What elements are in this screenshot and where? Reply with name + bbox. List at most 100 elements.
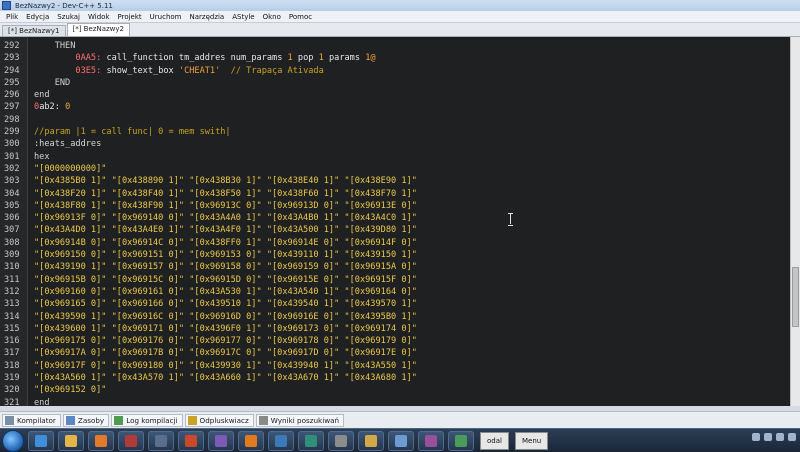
code-line[interactable]: 313 "[0x969165 0]" "[0x969166 0]" "[0x439…: [0, 298, 790, 310]
taskbar-app-app14[interactable]: [418, 430, 444, 451]
line-code: "[0x96915B 0]" "[0x96915C 0]" "[0x96915D…: [34, 274, 417, 286]
taskbar-app-app7[interactable]: [208, 430, 234, 451]
menu-item-4[interactable]: Projekt: [114, 13, 146, 21]
code-token: END: [34, 77, 71, 88]
line-code: "[0x439600 1]" "[0x969171 0]" "[0x4396F0…: [34, 323, 417, 335]
line-code: "[0x96917A 0]" "[0x96917B 0]" "[0x96917C…: [34, 347, 417, 359]
taskbar-app-app12[interactable]: [358, 430, 384, 451]
taskbar-app-media[interactable]: [88, 430, 114, 451]
scrollbar-thumb[interactable]: [792, 267, 799, 327]
taskbar-app-app9[interactable]: [268, 430, 294, 451]
line-code: THEN: [34, 40, 76, 52]
line-code: "[0x439190 1]" "[0x969157 0]" "[0x969158…: [34, 261, 417, 273]
start-button[interactable]: [2, 429, 24, 452]
line-code: "[0000000000]": [34, 163, 106, 175]
code-line[interactable]: 315 "[0x439600 1]" "[0x969171 0]" "[0x439…: [0, 323, 790, 335]
taskbar-app-app8[interactable]: [238, 430, 264, 451]
code-line[interactable]: 309 "[0x969150 0]" "[0x969151 0]" "[0x969…: [0, 249, 790, 261]
line-number: 314: [4, 311, 20, 322]
bottom-tab-debugger[interactable]: Odpluskwiacz: [184, 413, 254, 427]
bottom-tab-search-results[interactable]: Wyniki poszukiwań: [255, 413, 345, 427]
taskbar-app-app5[interactable]: [148, 430, 174, 451]
code-line[interactable]: 318 "[0x96917F 0]" "[0x969180 0]" "[0x439…: [0, 360, 790, 372]
line-code: 03E5: show_text_box 'CHEAT1' // Trapaça …: [34, 65, 324, 77]
file-tab-bar: [*] BezNazwy1 [*] BezNazwy2: [0, 23, 800, 37]
code-line[interactable]: 299 //param |1 = call func| 0 = mem swith…: [0, 126, 790, 138]
taskbar-app-icon: [125, 434, 137, 447]
taskbar-app-app6[interactable]: [178, 430, 204, 451]
bottom-tab-build-log[interactable]: Log kompilacji: [111, 413, 183, 427]
vertical-scrollbar[interactable]: [790, 37, 800, 406]
code-line[interactable]: 317 "[0x96917A 0]" "[0x96917B 0]" "[0x969…: [0, 347, 790, 359]
code-line[interactable]: 292 THEN: [0, 40, 790, 52]
tray-icon[interactable]: [788, 433, 796, 441]
menu-item-3[interactable]: Widok: [84, 13, 114, 21]
file-tab-2[interactable]: [*] BezNazwy2: [66, 23, 130, 36]
taskbar-app-ie[interactable]: [28, 430, 54, 451]
code-editor[interactable]: 292 THEN 293 0AA5: call_function tm_addre…: [0, 37, 790, 406]
bottom-tab-compiler[interactable]: Kompilator: [2, 413, 61, 427]
code-line[interactable]: 301 hex: [0, 151, 790, 163]
code-line[interactable]: 305 "[0x438F80 1]" "[0x438F90 1]" "[0x969…: [0, 200, 790, 212]
line-number: 317: [4, 348, 20, 359]
code-line[interactable]: 297 0ab2: 0: [0, 101, 790, 113]
code-line[interactable]: 306 "[0x96913F 0]" "[0x969140 0]" "[0x43A…: [0, 212, 790, 224]
search-results-icon: [258, 415, 268, 425]
code-token: show_text_box: [101, 65, 179, 76]
code-line[interactable]: 310 "[0x439190 1]" "[0x969157 0]" "[0x969…: [0, 261, 790, 273]
code-lines[interactable]: 292 THEN 293 0AA5: call_function tm_addre…: [0, 40, 790, 406]
code-line[interactable]: 302 "[0000000000]": [0, 163, 790, 175]
taskbar-app-explorer[interactable]: [58, 430, 84, 451]
tray-icon[interactable]: [776, 433, 784, 441]
line-number: 294: [4, 65, 20, 76]
code-line[interactable]: 316 "[0x969175 0]" "[0x969176 0]" "[0x969…: [0, 335, 790, 347]
line-number: 313: [4, 299, 20, 310]
menu-item-1[interactable]: Edycja: [22, 13, 53, 21]
line-number: 300: [4, 139, 20, 150]
code-line[interactable]: 304 "[0x438F20 1]" "[0x438F40 1]" "[0x438…: [0, 188, 790, 200]
devcpp-window: BezNazwy2 - Dev-C++ 5.11 Plik Edycja Szuka…: [0, 0, 800, 452]
code-token: "[0x438F20 1]" "[0x438F40 1]" "[0x438F50…: [34, 188, 417, 199]
menu-item-9[interactable]: Pomoc: [285, 13, 316, 21]
menu-item-6[interactable]: Narzędzia: [185, 13, 228, 21]
code-line[interactable]: 320 "[0x969152 0]": [0, 384, 790, 396]
taskbar-app-app11[interactable]: [328, 430, 354, 451]
code-line[interactable]: 307 "[0x43A4D0 1]" "[0x43A4E0 1]" "[0x43A…: [0, 224, 790, 236]
code-line[interactable]: 298: [0, 114, 790, 126]
taskbar-app-app10[interactable]: [298, 430, 324, 451]
code-line[interactable]: 319 "[0x43A560 1]" "[0x43A570 1]" "[0x43A…: [0, 372, 790, 384]
code-token: "[0x43A4D0 1]" "[0x43A4E0 1]" "[0x43A4F0…: [34, 225, 417, 236]
code-line[interactable]: 321 end: [0, 397, 790, 406]
tray-icon[interactable]: [764, 433, 772, 441]
taskbar-button-0[interactable]: odal: [480, 431, 509, 450]
code-token: // Trapaça Ativada: [220, 65, 324, 76]
file-tab-1[interactable]: [*] BezNazwy1: [2, 25, 66, 36]
line-number: 304: [4, 188, 20, 199]
menu-item-8[interactable]: Okno: [259, 13, 285, 21]
taskbar-button-1[interactable]: Menu: [514, 431, 549, 450]
code-line[interactable]: 311 "[0x96915B 0]" "[0x96915C 0]" "[0x969…: [0, 274, 790, 286]
taskbar-app-app15[interactable]: [448, 430, 474, 451]
menu-item-0[interactable]: Plik: [0, 13, 22, 21]
bottom-tab-resources[interactable]: Zasoby: [62, 413, 110, 427]
menu-item-7[interactable]: AStyle: [228, 13, 258, 21]
menu-item-5[interactable]: Uruchom: [146, 13, 186, 21]
code-line[interactable]: 314 "[0x439590 1]" "[0x96916C 0]" "[0x969…: [0, 311, 790, 323]
code-line[interactable]: 308 "[0x96914B 0]" "[0x96914C 0]" "[0x438…: [0, 237, 790, 249]
code-line[interactable]: 312 "[0x969160 0]" "[0x969161 0]" "[0x43A…: [0, 286, 790, 298]
code-line[interactable]: 295 END: [0, 77, 790, 89]
taskbar-app-icon: [275, 434, 287, 447]
taskbar-app-icon: [245, 434, 257, 447]
code-line[interactable]: 293 0AA5: call_function tm_addres num_pa…: [0, 52, 790, 64]
title-bar[interactable]: BezNazwy2 - Dev-C++ 5.11: [0, 0, 800, 11]
code-line[interactable]: 303 "[0x4385B0 1]" "[0x438890 1]" "[0x438…: [0, 175, 790, 187]
taskbar-app-app13[interactable]: [388, 430, 414, 451]
code-line[interactable]: 300:heats_addres: [0, 138, 790, 150]
code-line[interactable]: 296 end: [0, 89, 790, 101]
menu-item-2[interactable]: Szukaj: [53, 13, 84, 21]
code-line[interactable]: 294 03E5: show_text_box 'CHEAT1' // Trap…: [0, 65, 790, 77]
tray-icon[interactable]: [752, 433, 760, 441]
taskbar-app-app4[interactable]: [118, 430, 144, 451]
